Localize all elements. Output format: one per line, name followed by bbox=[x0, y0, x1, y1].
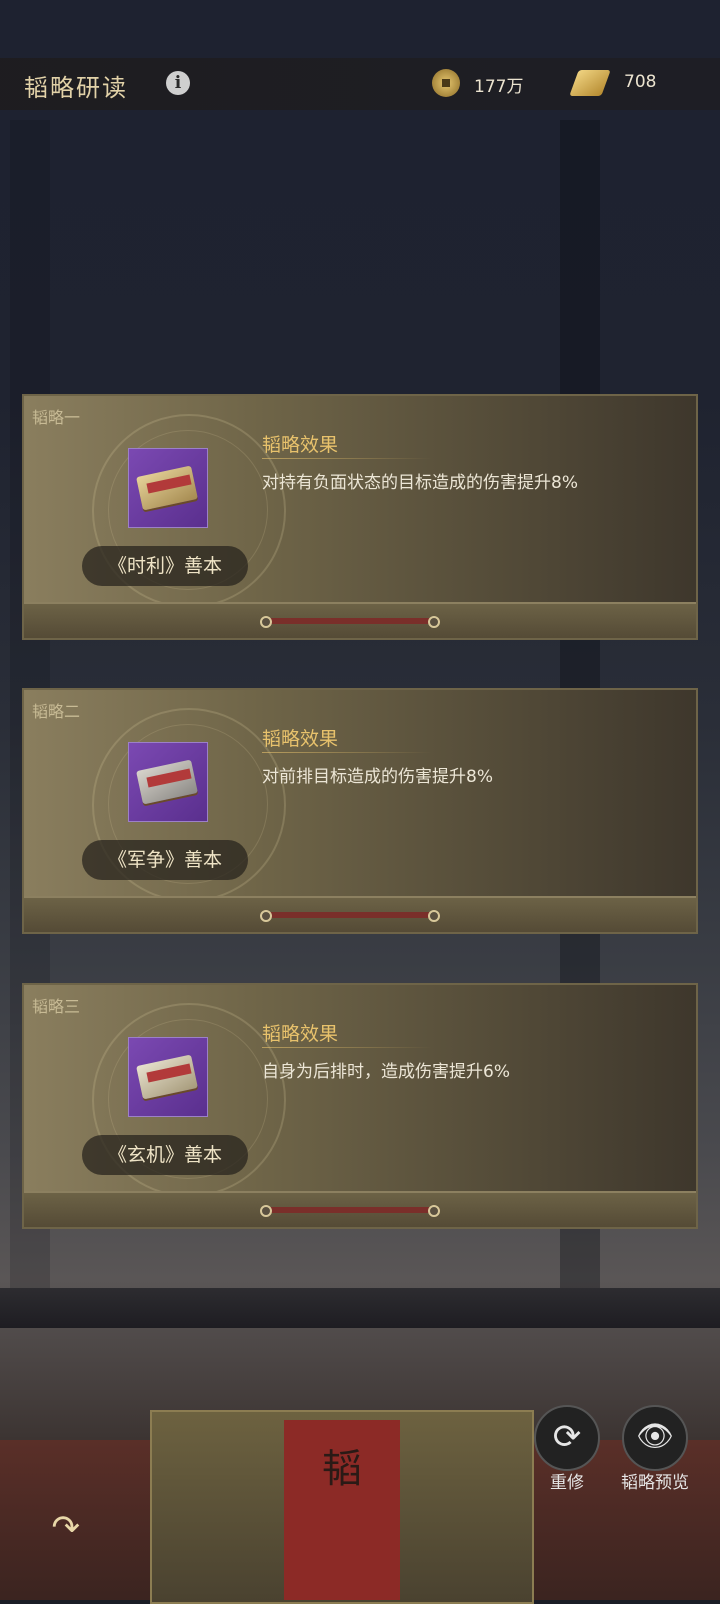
page-title: 韬略研读 bbox=[24, 74, 128, 102]
effect-text: 对前排目标造成的伤害提升8% bbox=[262, 767, 493, 787]
effect-title: 韬略效果 bbox=[262, 728, 339, 750]
progress-bar bbox=[264, 1207, 440, 1213]
book-item-icon[interactable] bbox=[128, 742, 208, 822]
book-name: 《时利》善本 bbox=[82, 546, 248, 586]
reforge-label: 重修 bbox=[550, 1473, 584, 1493]
strategy-card-3[interactable]: 韬略三 《玄机》善本 韬略效果 自身为后排时，造成伤害提升6% bbox=[22, 983, 698, 1229]
preview-label: 韬略预览 bbox=[621, 1473, 689, 1493]
reforge-button[interactable]: ⟳ bbox=[534, 1405, 600, 1471]
scroll-count: 708 bbox=[624, 72, 657, 92]
effect-text: 对持有负面状态的目标造成的伤害提升8% bbox=[262, 473, 578, 493]
progress-bar bbox=[264, 912, 440, 918]
preview-button[interactable]: 👁 bbox=[622, 1405, 688, 1471]
refresh-icon: ⟳ bbox=[552, 1417, 582, 1457]
book-name: 《军争》善本 bbox=[82, 840, 248, 880]
slot-label: 韬略三 bbox=[32, 997, 81, 1016]
eye-icon: 👁 bbox=[635, 1419, 675, 1454]
effect-title: 韬略效果 bbox=[262, 434, 339, 456]
book-item-icon[interactable] bbox=[128, 448, 208, 528]
coin-icon bbox=[432, 69, 460, 97]
strategy-book-decoration: 韬 bbox=[150, 1410, 534, 1604]
back-arrow-icon[interactable]: ↶ bbox=[20, 1508, 81, 1548]
progress-bar bbox=[264, 618, 440, 624]
effect-title: 韬略效果 bbox=[262, 1023, 339, 1045]
slot-label: 韬略一 bbox=[32, 408, 81, 427]
strategy-card-2[interactable]: 韬略二 《军争》善本 韬略效果 对前排目标造成的伤害提升8% bbox=[22, 688, 698, 934]
slot-label: 韬略二 bbox=[32, 702, 81, 721]
strategy-card-1[interactable]: 韬略一 《时利》善本 韬略效果 对持有负面状态的目标造成的伤害提升8% bbox=[22, 394, 698, 640]
coin-count: 177万 bbox=[474, 77, 524, 97]
book-name: 《玄机》善本 bbox=[82, 1135, 248, 1175]
book-item-icon[interactable] bbox=[128, 1037, 208, 1117]
info-icon[interactable]: i bbox=[166, 71, 190, 95]
effect-text: 自身为后排时，造成伤害提升6% bbox=[262, 1062, 510, 1082]
